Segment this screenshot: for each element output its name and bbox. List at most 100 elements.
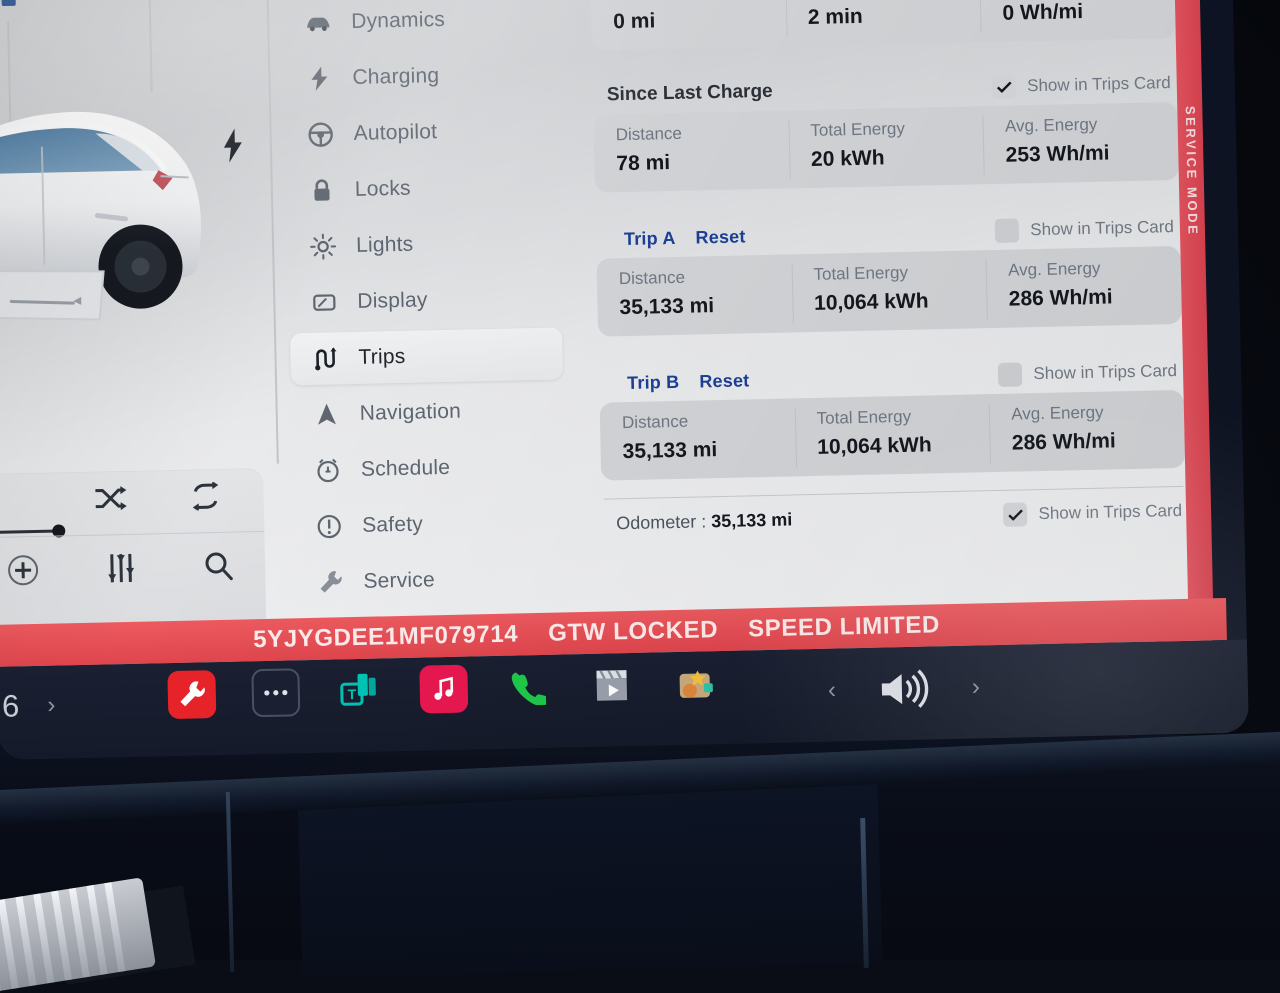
clapperboard-play-icon [593, 668, 630, 703]
equalizer-icon[interactable] [106, 552, 137, 585]
checkbox-checked[interactable] [1003, 502, 1028, 527]
phone-app-icon[interactable] [503, 663, 552, 712]
trip-a-reset-button[interactable]: Reset [695, 226, 745, 248]
check-icon [997, 81, 1012, 92]
checkbox-checked[interactable] [992, 74, 1017, 99]
trip-a-title[interactable]: Trip A [624, 227, 676, 249]
sidebar-label: Autopilot [353, 120, 437, 146]
sidebar-item-charging[interactable]: Charging [284, 48, 557, 106]
trips-settings-panel: Distance 0 mi Duration 2 min Avg. Energy… [589, 0, 1188, 615]
current-drive-stats: Distance 0 mi Duration 2 min Avg. Energy… [590, 0, 1176, 51]
taskbar-left-group: 6 › [2, 688, 56, 725]
sidebar-label: Trips [358, 345, 405, 370]
stat-cell: Distance 35,133 mi [596, 254, 792, 336]
lock-icon [309, 177, 336, 204]
shuffle-icon[interactable] [93, 485, 128, 512]
show-in-trips-card-toggle-trip-a[interactable]: Show in Trips Card [995, 215, 1174, 243]
taskbar-expand-chevron-icon[interactable]: › [47, 692, 56, 720]
stat-value: 286 Wh/mi [1012, 428, 1185, 456]
taskbar-app-icons: T [167, 659, 720, 719]
stat-cell: Avg. Energy 253 Wh/mi [983, 102, 1179, 184]
settings-nav-list: Dynamics Charging Autopilot [282, 0, 586, 613]
stat-key: Distance [616, 121, 789, 145]
music-note-icon [431, 676, 458, 703]
toolbox-app-icon[interactable]: T [335, 666, 384, 715]
sidebar-item-display[interactable]: Display [289, 271, 562, 329]
speed-status-text: SPEED LIMITED [748, 611, 940, 643]
stat-key: Total Energy [813, 261, 986, 285]
checkbox-unchecked[interactable] [995, 218, 1020, 243]
vin-text: 5YJYGDEE1MF079714 [253, 620, 519, 654]
trip-b-title[interactable]: Trip B [627, 371, 680, 393]
stat-key: Distance [612, 0, 785, 3]
sidebar-item-locks[interactable]: Locks [286, 159, 559, 217]
search-icon[interactable] [203, 551, 234, 582]
car-icon [305, 9, 332, 36]
show-in-trips-card-toggle-odometer[interactable]: Show in Trips Card [1003, 499, 1182, 527]
media-player-app-icon[interactable] [587, 661, 636, 710]
next-chevron-icon[interactable]: › [972, 673, 981, 701]
checkbox-unchecked[interactable] [998, 362, 1023, 387]
repeat-icon[interactable] [189, 482, 222, 511]
show-in-trips-card-label: Show in Trips Card [1033, 361, 1177, 384]
vehicle-card-pane: Open Trunk [0, 0, 284, 625]
stat-key: Avg. Energy [1008, 257, 1181, 281]
stat-value: 20 kWh [811, 144, 984, 172]
stat-key: Total Energy [816, 405, 989, 429]
sidebar-item-trips[interactable]: Trips [290, 327, 563, 385]
wrench-icon [317, 569, 344, 596]
stat-cell: Total Energy 10,064 kWh [791, 250, 987, 332]
charging-bolt-icon[interactable] [220, 127, 247, 164]
toolbox-icon: T [337, 671, 382, 710]
stat-value: 35,133 mi [622, 436, 795, 464]
check-icon [1008, 509, 1023, 520]
show-in-trips-card-label: Show in Trips Card [1027, 73, 1171, 96]
trip-a-stats: Distance 35,133 mi Total Energy 10,064 k… [596, 246, 1182, 337]
stat-value: 2 min [808, 2, 981, 30]
dashboard-lower-panel [298, 782, 883, 978]
music-app-icon[interactable] [419, 665, 468, 714]
speaker-icon[interactable] [877, 668, 930, 709]
svg-text:T: T [347, 686, 356, 702]
stat-value: 286 Wh/mi [1009, 284, 1182, 312]
previous-chevron-icon[interactable]: ‹ [828, 677, 837, 705]
more-options-app-icon[interactable] [251, 668, 300, 717]
gallery-app-icon[interactable] [671, 659, 720, 708]
odometer-row: Odometer : 35,133 mi Show in Trips Card [602, 487, 1187, 536]
sidebar-item-service[interactable]: Service [295, 551, 568, 609]
stat-value: 10,064 kWh [814, 288, 987, 316]
plus-circle-icon[interactable] [7, 554, 40, 587]
stat-key: Total Energy [810, 117, 983, 141]
sidebar-label: Lights [356, 233, 414, 258]
sidebar-label: Navigation [360, 400, 462, 426]
sidebar-item-autopilot[interactable]: Autopilot [285, 103, 558, 161]
stat-key: Distance [619, 265, 792, 289]
sidebar-label: Display [357, 288, 428, 314]
stat-value: 10,064 kWh [817, 432, 990, 460]
stat-key: Avg. Energy [1011, 401, 1184, 425]
stat-value: 0 Wh/mi [1002, 0, 1175, 26]
vehicle-image[interactable] [0, 64, 270, 331]
service-wrench-app-icon[interactable] [167, 670, 216, 719]
stat-value: 35,133 mi [619, 292, 792, 320]
stat-cell: Distance 78 mi [593, 110, 789, 192]
show-in-trips-card-toggle-trip-b[interactable]: Show in Trips Card [998, 359, 1177, 387]
taskbar-right-group: ‹ › [827, 667, 980, 710]
trips-icon [312, 345, 339, 372]
stat-cell: Avg. Energy 286 Wh/mi [989, 390, 1185, 472]
unlock-icon[interactable] [0, 0, 23, 12]
stat-cell: Distance 0 mi [590, 0, 786, 51]
sidebar-item-lights[interactable]: Lights [288, 215, 561, 273]
sidebar-item-safety[interactable]: Safety [294, 495, 567, 553]
bolt-icon [306, 65, 333, 92]
sidebar-item-schedule[interactable]: Schedule [292, 439, 565, 497]
gateway-status-text: GTW LOCKED [548, 616, 719, 648]
sidebar-item-dynamics[interactable]: Dynamics [283, 0, 556, 49]
sidebar-label: Dynamics [351, 8, 445, 34]
show-in-trips-card-label: Show in Trips Card [1038, 501, 1182, 524]
trip-b-reset-button[interactable]: Reset [699, 370, 749, 392]
trip-b-stats: Distance 35,133 mi Total Energy 10,064 k… [600, 390, 1186, 481]
show-in-trips-card-toggle-slc[interactable]: Show in Trips Card [992, 71, 1171, 99]
sidebar-item-navigation[interactable]: Navigation [291, 383, 564, 441]
section-title: Since Last Charge [607, 81, 773, 107]
